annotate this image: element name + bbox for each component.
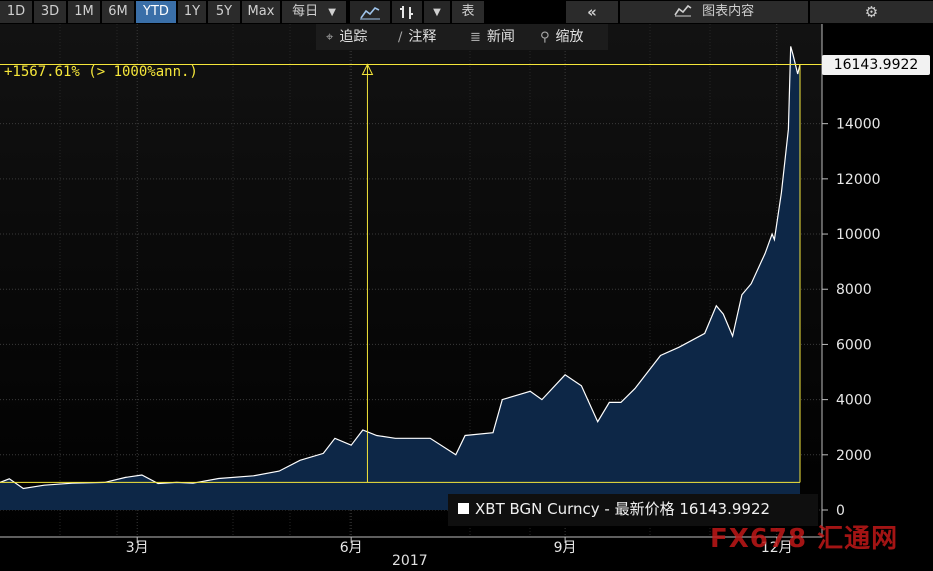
zoom-label: 缩放 [555,29,584,45]
double-chevron-left-icon: « [587,3,597,21]
chart-content-label: 图表内容 [702,4,755,19]
magnifier-icon: ⚲ [540,30,550,45]
y-tick-label: 12000 [836,172,881,188]
y-tick-label: 2000 [836,448,872,464]
line-chart-type-button[interactable] [350,1,390,23]
y-tick-label: 14000 [836,117,881,133]
crosshair-icon: ⌖ [326,30,334,45]
series-legend-label: XBT BGN Curncy - 最新价格 16143.9922 [475,500,771,518]
x-tick-label: 9月 [554,540,577,556]
chart-tools-bar: ⌖ 追踪 ∕ 注释 ≣ 新闻 ⚲ 缩放 [316,24,608,50]
news-label: 新闻 [486,29,515,45]
chart-type-dropdown[interactable]: ▼ [424,1,450,23]
range-1y-button[interactable]: 1Y [178,1,206,23]
range-1m-button[interactable]: 1M [68,1,100,23]
y-tick-label: 4000 [836,393,872,409]
range-1d-button[interactable]: 1D [0,1,32,23]
chart-content-icon [674,4,692,17]
chevron-down-icon: ▼ [433,7,441,18]
line-chart-icon [360,6,380,19]
y-tick-label: 10000 [836,227,881,243]
news-icon: ≣ [470,30,481,45]
range-3d-button[interactable]: 3D [34,1,66,23]
range-ytd-button[interactable]: YTD [136,1,176,23]
x-tick-label: 3月 [126,540,149,556]
y-tick-label: 8000 [836,282,872,298]
news-button[interactable]: ≣ 新闻 [470,26,515,48]
range-max-button[interactable]: Max [242,1,280,23]
settings-button[interactable]: ⚙ [810,1,933,23]
frequency-dropdown[interactable]: 每日 ▼ [282,1,346,23]
last-price-tag: 16143.9922 [822,55,930,75]
gear-icon: ⚙ [864,3,879,21]
fx678-watermark: FX678 汇通网 [710,524,899,554]
price-chart[interactable]: 020004000600080001000012000140003月 6月 9月 12… [0,0,933,571]
table-view-button[interactable]: 表 [452,1,484,23]
x-tick-label: 6月 [340,540,363,556]
zoom-button[interactable]: ⚲ 缩放 [540,26,584,48]
chevron-down-icon: ▼ [328,7,336,18]
annotate-button[interactable]: ∕ 注释 [398,26,436,48]
collapse-panel-button[interactable]: « [566,1,618,23]
y-tick-label: 0 [836,503,845,519]
annotate-label: 注释 [408,29,437,45]
range-6m-button[interactable]: 6M [102,1,134,23]
bar-chart-type-button[interactable] [392,1,422,23]
track-button[interactable]: ⌖ 追踪 [326,26,367,48]
x-axis-year-label: 2017 [392,553,428,569]
range-5y-button[interactable]: 5Y [208,1,240,23]
series-swatch [458,503,469,514]
change-annotation: +1567.61% (> 1000%ann.) [4,64,198,80]
chart-content-button[interactable]: 图表内容 [620,1,808,23]
frequency-label: 每日 [292,4,319,19]
track-label: 追踪 [339,29,368,45]
range-toolbar: 1D 3D 1M 6M YTD 1Y 5Y Max 每日 ▼ ▼ 表 « 图表内… [0,0,933,24]
ohlc-bars-icon [400,5,413,19]
y-tick-label: 6000 [836,337,872,353]
pencil-icon: ∕ [398,30,403,45]
